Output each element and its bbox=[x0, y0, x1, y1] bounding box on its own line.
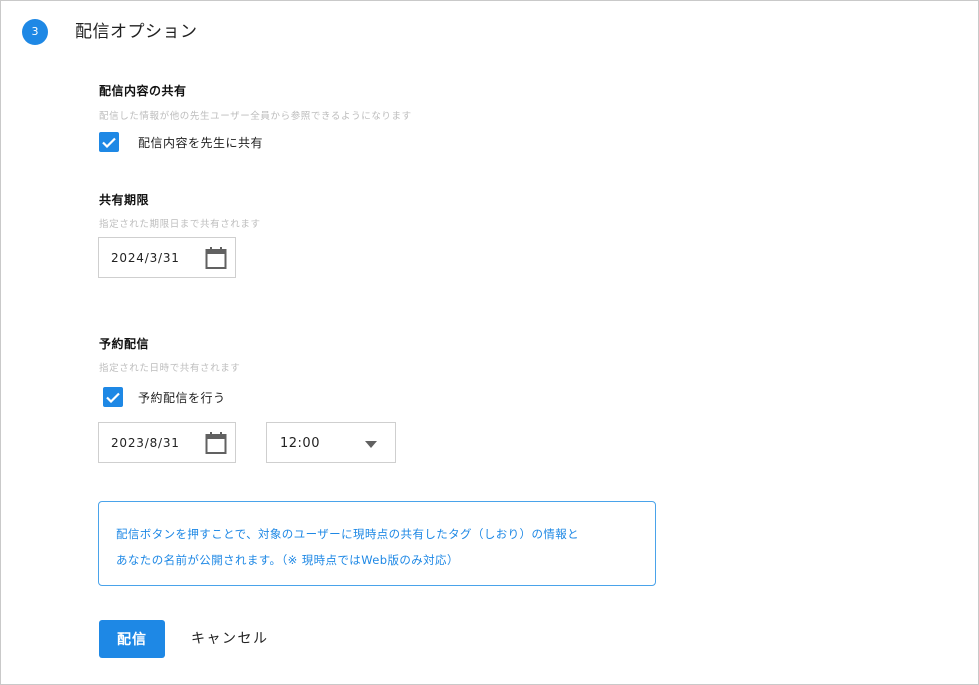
schedule-time-value: 12:00 bbox=[280, 436, 320, 451]
share-end-date-value: 2024/3/31 bbox=[111, 251, 180, 265]
submit-button[interactable]: 配信 bbox=[99, 620, 165, 658]
calendar-icon[interactable] bbox=[205, 246, 227, 270]
period-section-title: 共有期限 bbox=[99, 193, 150, 207]
calendar-icon[interactable] bbox=[205, 431, 227, 455]
check-icon bbox=[102, 137, 116, 148]
schedule-date-value: 2023/8/31 bbox=[111, 436, 180, 450]
schedule-date-field[interactable]: 2023/8/31 bbox=[98, 422, 236, 463]
caret-down-icon bbox=[365, 441, 377, 448]
share-section-description: 配信した情報が他の先生ユーザー全員から参照できるようになります bbox=[99, 111, 412, 122]
share-checkbox-label[interactable]: 配信内容を先生に共有 bbox=[138, 134, 263, 151]
step-title: 配信オプション bbox=[75, 22, 198, 42]
share-checkbox[interactable] bbox=[99, 132, 119, 152]
share-end-date-field[interactable]: 2024/3/31 bbox=[98, 237, 236, 278]
cancel-button[interactable]: キャンセル bbox=[191, 620, 269, 658]
check-icon bbox=[106, 392, 120, 403]
schedule-section-description: 指定された日時で共有されます bbox=[99, 363, 241, 374]
schedule-section-title: 予約配信 bbox=[99, 337, 150, 351]
notice-line-2: あなたの名前が公開されます。（※ 現時点ではWeb版のみ対応） bbox=[116, 553, 459, 567]
schedule-time-select[interactable]: 12:00 bbox=[266, 422, 396, 463]
share-section-title: 配信内容の共有 bbox=[99, 84, 187, 98]
notice-box: 配信ボタンを押すことで、対象のユーザーに現時点の共有したタグ（しおり）の情報と … bbox=[98, 501, 656, 586]
schedule-checkbox-label[interactable]: 予約配信を行う bbox=[138, 389, 226, 406]
notice-line-1: 配信ボタンを押すことで、対象のユーザーに現時点の共有したタグ（しおり）の情報と bbox=[116, 527, 580, 541]
step-number-badge: 3 bbox=[22, 19, 48, 45]
period-section-description: 指定された期限日まで共有されます bbox=[99, 219, 261, 230]
schedule-checkbox[interactable] bbox=[103, 387, 123, 407]
